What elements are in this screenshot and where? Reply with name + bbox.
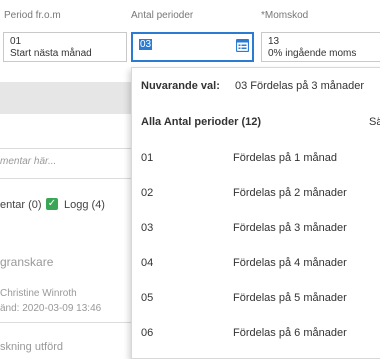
left-panel-header-band	[0, 82, 132, 114]
option-code: 04	[141, 257, 154, 269]
calculator-list-icon[interactable]	[236, 39, 249, 52]
antal-perioder-label: Antal perioder	[131, 10, 194, 21]
list-item[interactable]: 04 Fördelas på 4 månader	[132, 245, 380, 280]
comment-input-placeholder[interactable]: mentar här...	[0, 156, 56, 167]
period-from-code: 01	[10, 36, 22, 47]
current-selection-value: 03 Fördelas på 3 månader	[235, 80, 365, 92]
list-item[interactable]: 06 Fördelas på 6 månader	[132, 315, 380, 350]
period-from-label: Period fr.o.m	[4, 10, 61, 21]
list-item[interactable]: 02 Fördelas på 2 månader	[132, 175, 380, 210]
period-from-field[interactable]: 01 Start nästa månad	[3, 32, 127, 62]
antal-perioder-field[interactable]: 03	[131, 32, 254, 62]
option-code: 02	[141, 187, 154, 199]
list-item[interactable]: 03 Fördelas på 3 månader	[132, 210, 380, 245]
tab-comments[interactable]: entar (0)	[0, 199, 42, 211]
reviewer-name: Christine Winroth	[0, 288, 77, 299]
period-from-desc: Start nästa månad	[10, 48, 92, 59]
option-desc: Fördelas på 3 månader	[233, 222, 347, 234]
option-code: 03	[141, 222, 154, 234]
reviewer-date: änd: 2020-03-09 13:46	[0, 303, 102, 314]
current-selection-label: Nuvarande val:	[141, 80, 220, 92]
divider	[0, 178, 132, 179]
tab-log[interactable]: Logg (4)	[64, 199, 105, 211]
option-code: 05	[141, 292, 154, 304]
option-desc: Fördelas på 5 månader	[233, 292, 347, 304]
momskod-code: 13	[268, 36, 280, 47]
option-code: 01	[141, 152, 154, 164]
section-title-reviewer: granskare	[0, 255, 54, 269]
list-item[interactable]: 01 Fördelas på 1 månad	[132, 140, 380, 175]
search-link[interactable]: Sä	[369, 116, 380, 128]
momskod-field[interactable]: 13 0% ingående moms	[261, 32, 380, 62]
review-status: skning utförd	[0, 341, 63, 353]
checkbox-checked-icon[interactable]: ✓	[46, 198, 58, 210]
option-desc: Fördelas på 4 månader	[233, 257, 347, 269]
momskod-label: *Momskod	[261, 10, 309, 21]
list-item[interactable]: 05 Fördelas på 5 månader	[132, 280, 380, 315]
option-desc: Fördelas på 2 månader	[233, 187, 347, 199]
option-desc: Fördelas på 1 månad	[233, 152, 337, 164]
option-desc: Fördelas på 6 månader	[233, 327, 347, 339]
antal-perioder-input-value[interactable]: 03	[139, 39, 153, 50]
momskod-desc: 0% ingående moms	[268, 48, 357, 59]
all-options-header: Alla Antal perioder (12)	[141, 116, 262, 128]
antal-perioder-dropdown: Nuvarande val: 03 Fördelas på 3 månader …	[131, 67, 380, 359]
divider	[0, 322, 132, 323]
option-code: 06	[141, 327, 154, 339]
divider	[0, 148, 132, 149]
